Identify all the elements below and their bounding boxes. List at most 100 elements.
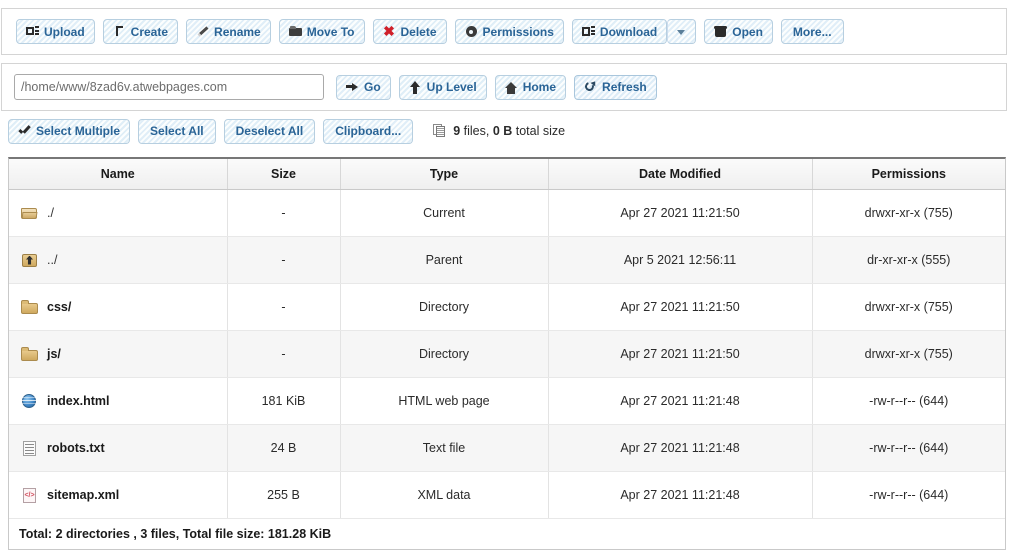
create-icon — [113, 25, 126, 38]
download-button[interactable]: Download — [571, 19, 668, 44]
cell-size: 24 B — [227, 424, 341, 472]
column-header-date[interactable]: Date Modified — [548, 159, 813, 190]
refresh-button[interactable]: Refresh — [574, 74, 657, 100]
cell-name[interactable]: css/ — [9, 283, 228, 331]
cell-size: 255 B — [227, 471, 341, 519]
delete-button[interactable]: ✖ Delete — [372, 19, 447, 44]
home-icon — [504, 81, 518, 94]
cell-type: HTML web page — [340, 377, 549, 425]
path-input[interactable] — [14, 74, 324, 100]
download-dropdown-button[interactable] — [667, 19, 697, 44]
rename-button[interactable]: Rename — [186, 19, 271, 44]
cell-name[interactable]: ../ — [9, 236, 228, 284]
folder-icon — [21, 346, 38, 362]
cell-name[interactable]: sitemap.xml — [9, 471, 228, 519]
file-name-link[interactable]: robots.txt — [47, 441, 105, 455]
arrow-up-icon — [409, 80, 422, 94]
file-table: Name Size Type Date Modified Permissions… — [9, 159, 1005, 549]
cell-type: Text file — [340, 424, 549, 472]
path-bar: Go Up Level Home Refresh — [1, 63, 1007, 111]
toolbar: Upload Create Rename Move To ✖ Delete Pe… — [1, 8, 1007, 55]
select-all-label: Select All — [150, 124, 204, 138]
table-row[interactable]: index.html 181 KiB HTML web page Apr 27 202… — [9, 377, 1005, 425]
rename-button-label: Rename — [214, 24, 261, 39]
chevron-down-icon — [677, 27, 686, 36]
file-count-suffix: files, — [460, 124, 493, 138]
column-header-type[interactable]: Type — [340, 159, 549, 190]
table-row[interactable]: robots.txt 24 B Text file Apr 27 2021 11:21… — [9, 424, 1005, 472]
total-size-number: 0 B — [492, 124, 513, 138]
gear-icon — [465, 25, 478, 38]
cell-size: - — [227, 189, 341, 237]
total-size-suffix: total size — [512, 124, 566, 138]
up-level-button[interactable]: Up Level — [398, 74, 487, 100]
column-header-size[interactable]: Size — [227, 159, 341, 190]
cell-date: Apr 5 2021 12:56:11 — [548, 236, 813, 284]
open-button-label: Open — [732, 24, 763, 39]
text-file-icon — [21, 440, 38, 456]
clipboard-button[interactable]: Clipboard... — [323, 118, 414, 144]
select-multiple-label: Select Multiple — [36, 124, 121, 138]
refresh-button-label: Refresh — [602, 80, 647, 94]
table-row[interactable]: ./ - Current Apr 27 2021 11:21:50 drwxr-xr-x… — [9, 189, 1005, 237]
column-header-name[interactable]: Name — [9, 159, 228, 190]
upload-button-label: Upload — [44, 24, 85, 39]
file-name-link[interactable]: ./ — [47, 206, 54, 220]
cell-size: - — [227, 330, 341, 378]
upload-button[interactable]: Upload — [16, 19, 95, 44]
cell-date: Apr 27 2021 11:21:48 — [548, 424, 813, 472]
cell-permissions: -rw-r--r-- (644) — [812, 377, 1005, 425]
home-button[interactable]: Home — [494, 74, 567, 100]
cell-date: Apr 27 2021 11:21:50 — [548, 283, 813, 331]
cell-name[interactable]: js/ — [9, 330, 228, 378]
cell-permissions: -rw-r--r-- (644) — [812, 471, 1005, 519]
permissions-button-label: Permissions — [482, 24, 554, 39]
arrow-right-icon — [346, 81, 359, 94]
file-name-link[interactable]: index.html — [47, 394, 110, 408]
open-box-icon — [714, 25, 728, 38]
open-button[interactable]: Open — [704, 19, 773, 44]
cell-name[interactable]: index.html — [9, 377, 228, 425]
table-row[interactable]: css/ - Directory Apr 27 2021 11:21:50 drwxr-… — [9, 283, 1005, 331]
more-button[interactable]: More... — [780, 19, 844, 44]
pages-stack-icon — [433, 124, 447, 138]
file-name-link[interactable]: js/ — [47, 347, 61, 361]
cell-size: - — [227, 283, 341, 331]
column-header-permissions[interactable]: Permissions — [812, 159, 1005, 190]
table-row[interactable]: ../ - Parent Apr 5 2021 12:56:11 dr-xr-xr-x … — [9, 236, 1005, 284]
cell-date: Apr 27 2021 11:21:48 — [548, 471, 813, 519]
table-row[interactable]: sitemap.xml 255 BXML dataApr 27 2021 11:2… — [9, 471, 1005, 519]
select-all-button[interactable]: Select All — [138, 118, 216, 144]
file-name-link[interactable]: sitemap.xml — [47, 488, 119, 502]
cell-permissions: drwxr-xr-x (755) — [812, 283, 1005, 331]
table-total-row: Total: 2 directories , 3 files, Total fi… — [9, 518, 1005, 549]
file-name-link[interactable]: css/ — [47, 300, 71, 314]
deselect-all-label: Deselect All — [235, 124, 304, 138]
move-to-button[interactable]: Move To — [278, 19, 365, 44]
download-button-label: Download — [599, 24, 658, 39]
table-row[interactable]: js/ - Directory Apr 27 2021 11:21:50 drwxr-x… — [9, 330, 1005, 378]
deselect-all-button[interactable]: Deselect All — [223, 118, 316, 144]
download-icon — [581, 25, 595, 38]
folder-open-icon — [21, 206, 38, 221]
clipboard-label: Clipboard... — [335, 124, 402, 138]
xml-code-icon — [21, 487, 38, 503]
cell-name[interactable]: ./ — [9, 189, 228, 237]
permissions-button[interactable]: Permissions — [454, 19, 564, 44]
folder-parent-up-icon — [21, 253, 38, 268]
cell-size: - — [227, 236, 341, 284]
file-name-link[interactable]: ../ — [47, 253, 57, 267]
cell-type: Directory — [340, 283, 549, 331]
cell-type: Parent — [340, 236, 549, 284]
move-to-button-label: Move To — [306, 24, 355, 39]
home-button-label: Home — [522, 80, 557, 94]
cell-permissions: drwxr-xr-x (755) — [812, 330, 1005, 378]
delete-button-label: Delete — [400, 24, 437, 39]
select-multiple-button[interactable]: Select Multiple — [8, 118, 131, 144]
cell-name[interactable]: robots.txt — [9, 424, 228, 472]
file-list-panel: Name Size Type Date Modified Permissions… — [8, 157, 1006, 550]
create-button[interactable]: Create — [102, 19, 179, 44]
go-button[interactable]: Go — [336, 74, 391, 100]
cell-permissions: drwxr-xr-x (755) — [812, 189, 1005, 237]
create-button-label: Create — [130, 24, 169, 39]
